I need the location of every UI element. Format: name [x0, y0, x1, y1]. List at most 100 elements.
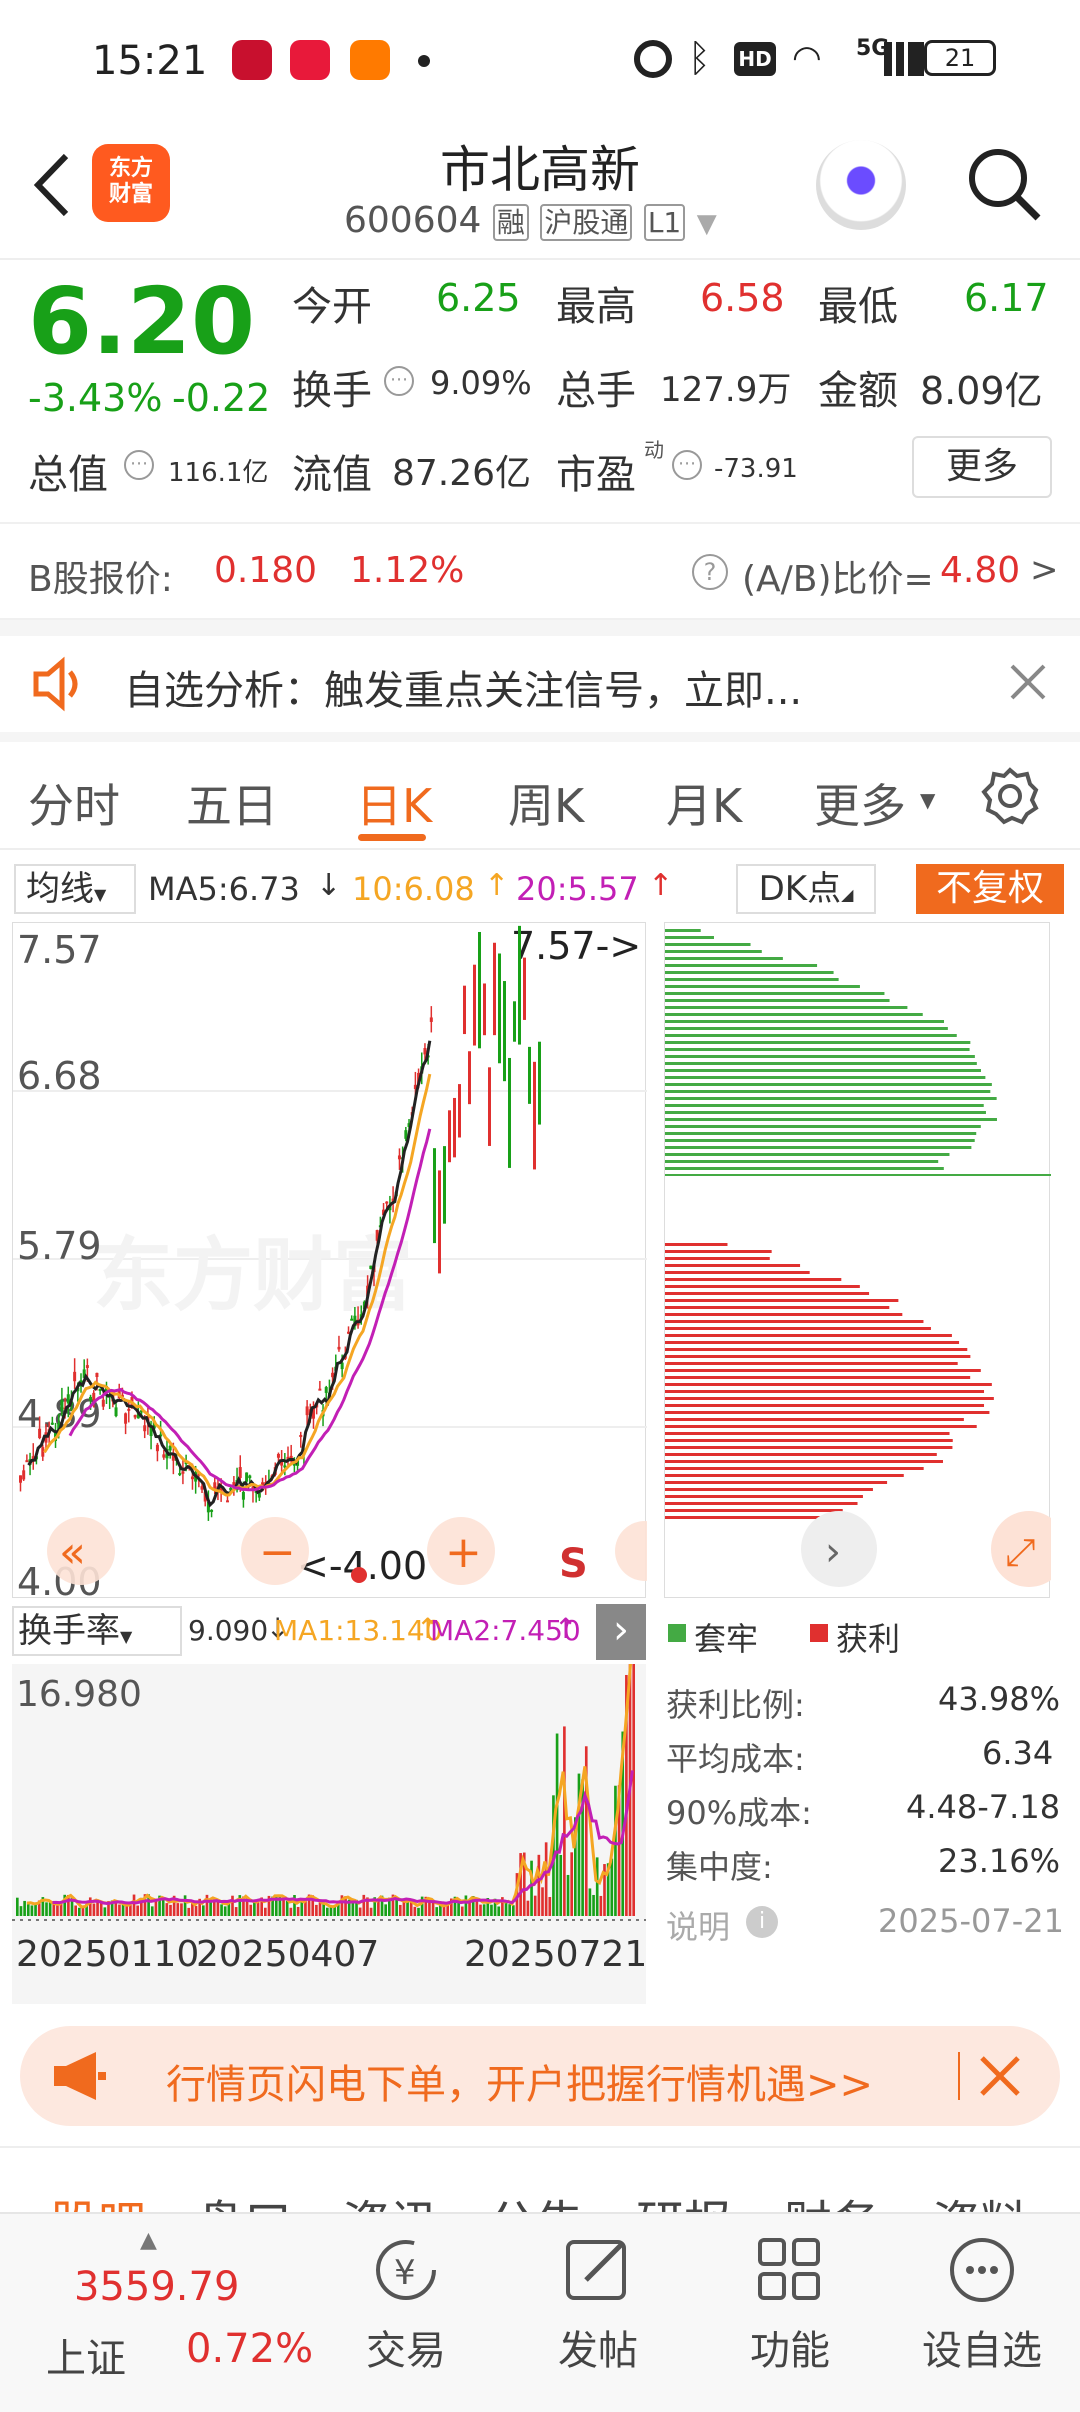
dk-selector[interactable]: DK点◢	[736, 864, 876, 914]
volume-bar	[384, 1904, 387, 1916]
stock-header: 东方 财富 市北高新 600604 融 沪股通 L1 ▼	[0, 120, 1080, 260]
candle-body	[518, 925, 521, 1045]
chip-bar-locked	[665, 1146, 972, 1149]
b-share-row[interactable]: B股报价: 0.180 1.12% ? (A/B)比价= 4.80 >	[0, 522, 1080, 620]
sub-tab-news[interactable]: 资讯	[342, 2184, 438, 2212]
volume-bar	[223, 1906, 227, 1916]
nav-functions[interactable]: 功能	[720, 2234, 860, 2376]
help-icon[interactable]: ?	[692, 554, 728, 590]
chip-bar-profit	[665, 1509, 843, 1512]
volume-bar	[614, 1785, 617, 1916]
date-label-2: 20250407	[196, 1934, 379, 1975]
volume-bar	[362, 1894, 366, 1916]
chip-bar-profit	[665, 1306, 890, 1309]
chip-bar-profit	[665, 1425, 977, 1428]
chip-bar-profit	[665, 1264, 801, 1267]
sub-tab-research[interactable]: 研报	[636, 2184, 732, 2212]
megaphone-icon	[52, 2050, 108, 2102]
volume-bar	[595, 1857, 599, 1916]
robot-assistant-icon[interactable]	[816, 140, 906, 230]
pe-superscript: 动	[644, 438, 664, 462]
index-widget[interactable]: ▲ 3559.79 上证 0.72%	[30, 2228, 330, 2398]
volume-chart[interactable]: 16.980 20250110 20250407 20250721	[12, 1588, 647, 2004]
volume-bar	[194, 1905, 198, 1916]
caret-up-icon: ▲	[140, 2228, 157, 2253]
info-icon[interactable]: ⋯	[384, 366, 414, 396]
candle-body	[238, 1467, 242, 1478]
notice-bar[interactable]: 自选分析：触发重点关注信号，立即...	[0, 636, 1080, 732]
candle-body	[350, 1318, 354, 1321]
arrow-up-icon: ↑	[484, 868, 510, 903]
app-logo[interactable]: 东方 财富	[92, 144, 170, 222]
index-value: 3559.79	[74, 2264, 240, 2310]
sub-tab-finance[interactable]: 财务	[784, 2184, 880, 2212]
volume-bar	[537, 1854, 541, 1916]
volume-bar	[504, 1902, 508, 1916]
tab-intraday[interactable]: 分时	[28, 770, 120, 836]
chip-distribution[interactable]: › ⤢	[664, 922, 1067, 1598]
volume-bar	[479, 1904, 482, 1916]
volume-bar	[296, 1906, 300, 1916]
speaker-icon	[30, 656, 90, 712]
chip-bar-profit	[665, 1292, 870, 1295]
volume-bar	[205, 1894, 209, 1916]
volume-bar	[16, 1897, 19, 1916]
candle-body	[443, 1146, 446, 1224]
sub-tab-profile[interactable]: 资料	[932, 2184, 1028, 2212]
sub-tab-forum[interactable]: 股吧	[50, 2184, 146, 2212]
info-icon[interactable]: ⋯	[124, 450, 154, 480]
ab-ratio-value: 4.80	[940, 550, 1021, 591]
chip-bar-locked	[665, 1132, 977, 1135]
volume-bar	[161, 1897, 165, 1916]
close-icon[interactable]	[1006, 660, 1050, 704]
chip-note-label[interactable]: 说明	[666, 1902, 730, 1948]
volume-bar	[132, 1894, 136, 1916]
ma-selector[interactable]: 均线▼	[14, 864, 136, 914]
volume-bar	[322, 1903, 325, 1916]
volume-selector[interactable]: 换手率▼	[12, 1606, 182, 1656]
chart-tabs: 分时 五日 日K 周K 月K 更多 ▼	[0, 740, 1080, 850]
chip-bar-profit	[665, 1299, 899, 1302]
tab-more[interactable]: 更多	[814, 770, 906, 836]
chip-bar-locked	[665, 1027, 948, 1030]
candle-body	[143, 1425, 147, 1432]
kline-chart[interactable]: 东方财富 7.57 6.68 5.79 4.89 4.00 7.57-> <-4…	[12, 922, 675, 1604]
search-icon[interactable]	[964, 144, 1044, 224]
volume-bar	[136, 1905, 139, 1916]
candle-body	[133, 1415, 137, 1418]
tab-monthly-k[interactable]: 月K	[666, 770, 742, 836]
stock-code-row[interactable]: 600604 融 沪股通 L1 ▼	[344, 200, 717, 244]
chip-stat-value: 6.34	[982, 1734, 1054, 1772]
tab-five-day[interactable]: 五日	[186, 770, 278, 836]
info-icon[interactable]: i	[746, 1906, 778, 1938]
float-value: 87.26亿	[392, 453, 532, 494]
pe-value: -73.91	[714, 454, 798, 484]
logo-line2: 财富	[108, 182, 153, 207]
gear-icon[interactable]	[980, 766, 1040, 826]
chip-bar-profit	[665, 1271, 810, 1274]
sub-tab-announcements[interactable]: 公告	[488, 2184, 584, 2212]
back-icon[interactable]	[30, 152, 74, 218]
promo-banner[interactable]: 行情页闪电下单，开户把握行情机遇>>	[20, 2026, 1060, 2126]
volume-bar	[249, 1904, 253, 1916]
info-icon[interactable]: ⋯	[672, 450, 702, 480]
adjust-button[interactable]: 不复权	[916, 864, 1064, 914]
volume-bar	[490, 1904, 493, 1916]
tab-weekly-k[interactable]: 周K	[508, 770, 584, 836]
volume-bar	[81, 1907, 85, 1916]
nav-trade[interactable]: ¥ 交易	[336, 2234, 476, 2376]
close-icon[interactable]	[978, 2054, 1022, 2098]
volume-bar	[468, 1901, 471, 1916]
nav-add-watchlist[interactable]: 设自选	[912, 2234, 1052, 2376]
yen-cycle-icon: ¥	[376, 2240, 436, 2300]
stock-title: 市北高新	[440, 141, 640, 199]
low-label: 最低	[818, 284, 898, 330]
nav-post[interactable]: 发帖	[528, 2234, 668, 2376]
more-button[interactable]: 更多	[912, 436, 1052, 498]
chip-bar-profit	[665, 1390, 985, 1393]
scroll-left-glyph: «	[59, 1527, 86, 1578]
sub-tab-orderbook[interactable]: 盘口	[196, 2184, 292, 2212]
expand-right-icon[interactable]: ›	[596, 1604, 646, 1660]
volume-bar	[180, 1903, 183, 1916]
tab-daily-k[interactable]: 日K	[356, 770, 432, 836]
